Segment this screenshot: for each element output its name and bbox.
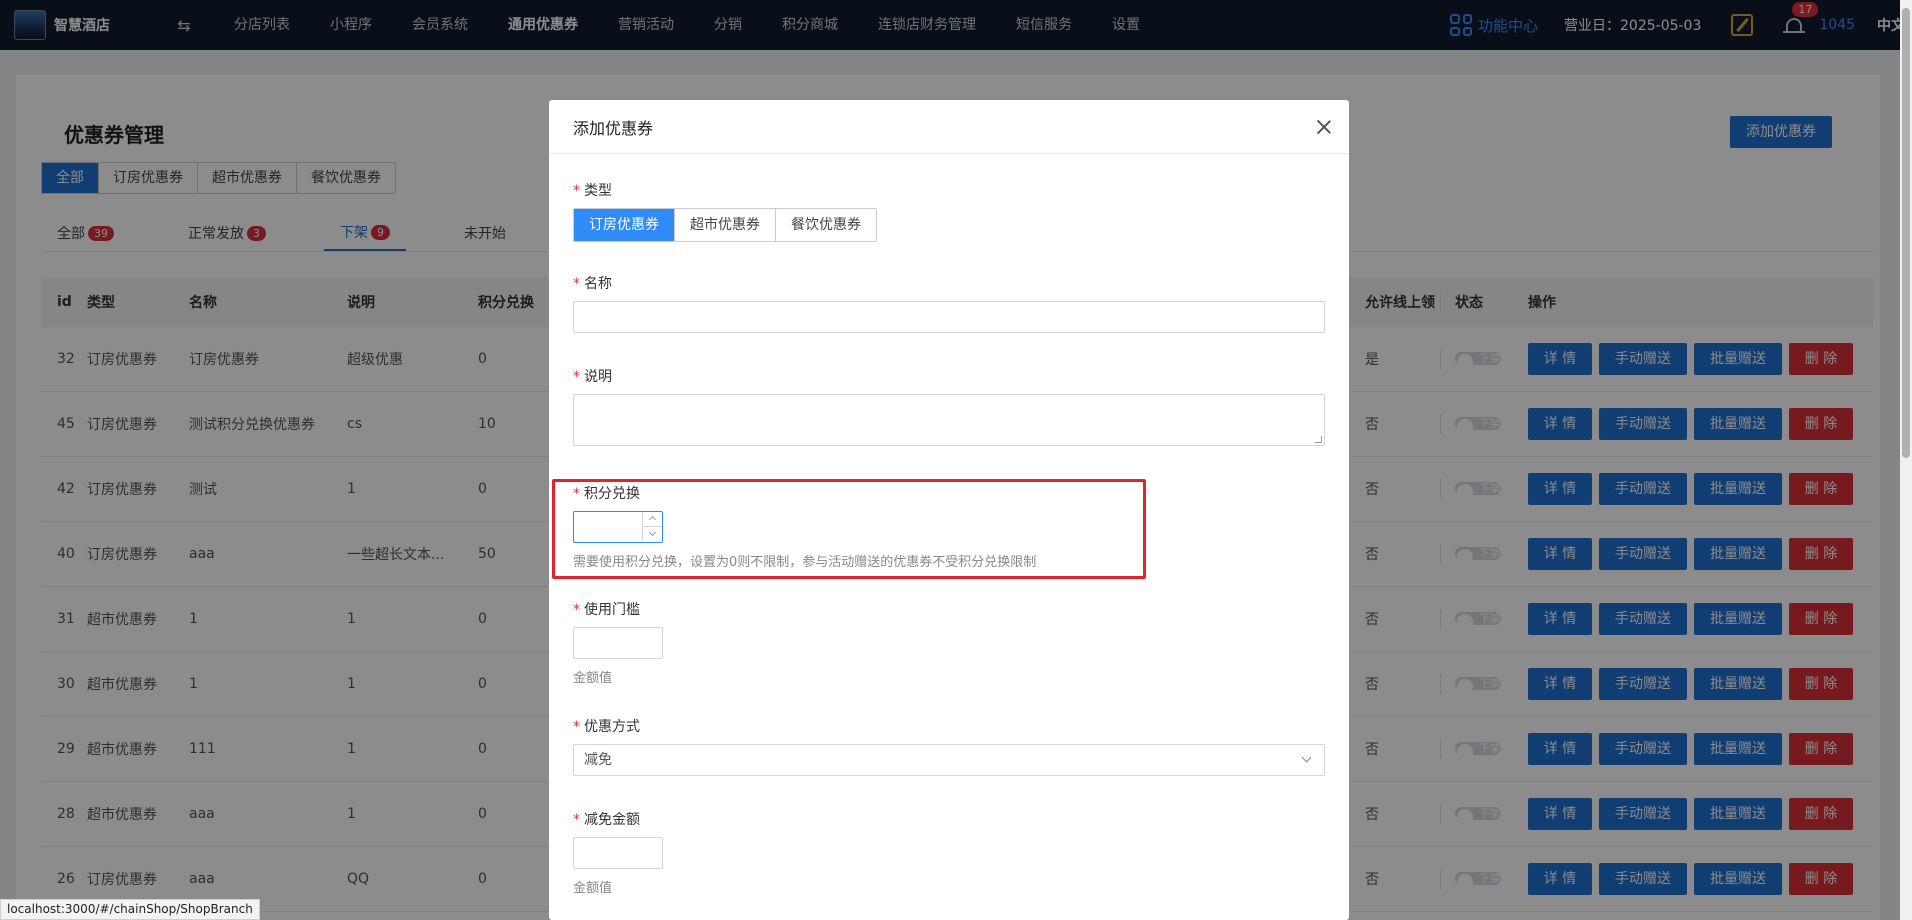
field-discount-amount: * 减免金额 金额值: [573, 809, 663, 896]
close-icon[interactable]: [1317, 120, 1331, 134]
field-name: * 名称: [573, 273, 1325, 333]
dialog-header: 添加优惠券: [549, 100, 1349, 154]
field-desc: * 说明: [573, 366, 1325, 446]
chevron-down-icon: [1301, 752, 1312, 763]
field-type: * 类型 订房优惠券 超市优惠券 餐饮优惠券: [573, 180, 877, 242]
page-scrollbar[interactable]: [1900, 0, 1912, 920]
type-segmented: 订房优惠券 超市优惠券 餐饮优惠券: [573, 208, 877, 242]
threshold-hint: 金额值: [573, 671, 613, 686]
status-bar-url: localhost:3000/#/chainShop/ShopBranch: [0, 899, 260, 920]
field-threshold: * 使用门槛 金额值: [573, 599, 663, 686]
scroll-thumb[interactable]: [1902, 8, 1910, 458]
highlight-annotation: [552, 479, 1146, 579]
discount-mode-select[interactable]: 减免: [573, 744, 1325, 776]
threshold-input[interactable]: [573, 627, 663, 659]
desc-textarea[interactable]: [573, 394, 1325, 446]
field-discount-mode: * 优惠方式 减免: [573, 716, 1325, 776]
discount-amount-input[interactable]: [573, 837, 663, 869]
discount-amount-hint: 金额值: [573, 881, 613, 896]
type-option-supermarket[interactable]: 超市优惠券: [674, 209, 775, 241]
type-option-room[interactable]: 订房优惠券: [574, 209, 674, 241]
type-option-dining[interactable]: 餐饮优惠券: [775, 209, 876, 241]
name-input[interactable]: [573, 301, 1325, 333]
dialog-title: 添加优惠券: [573, 118, 654, 138]
